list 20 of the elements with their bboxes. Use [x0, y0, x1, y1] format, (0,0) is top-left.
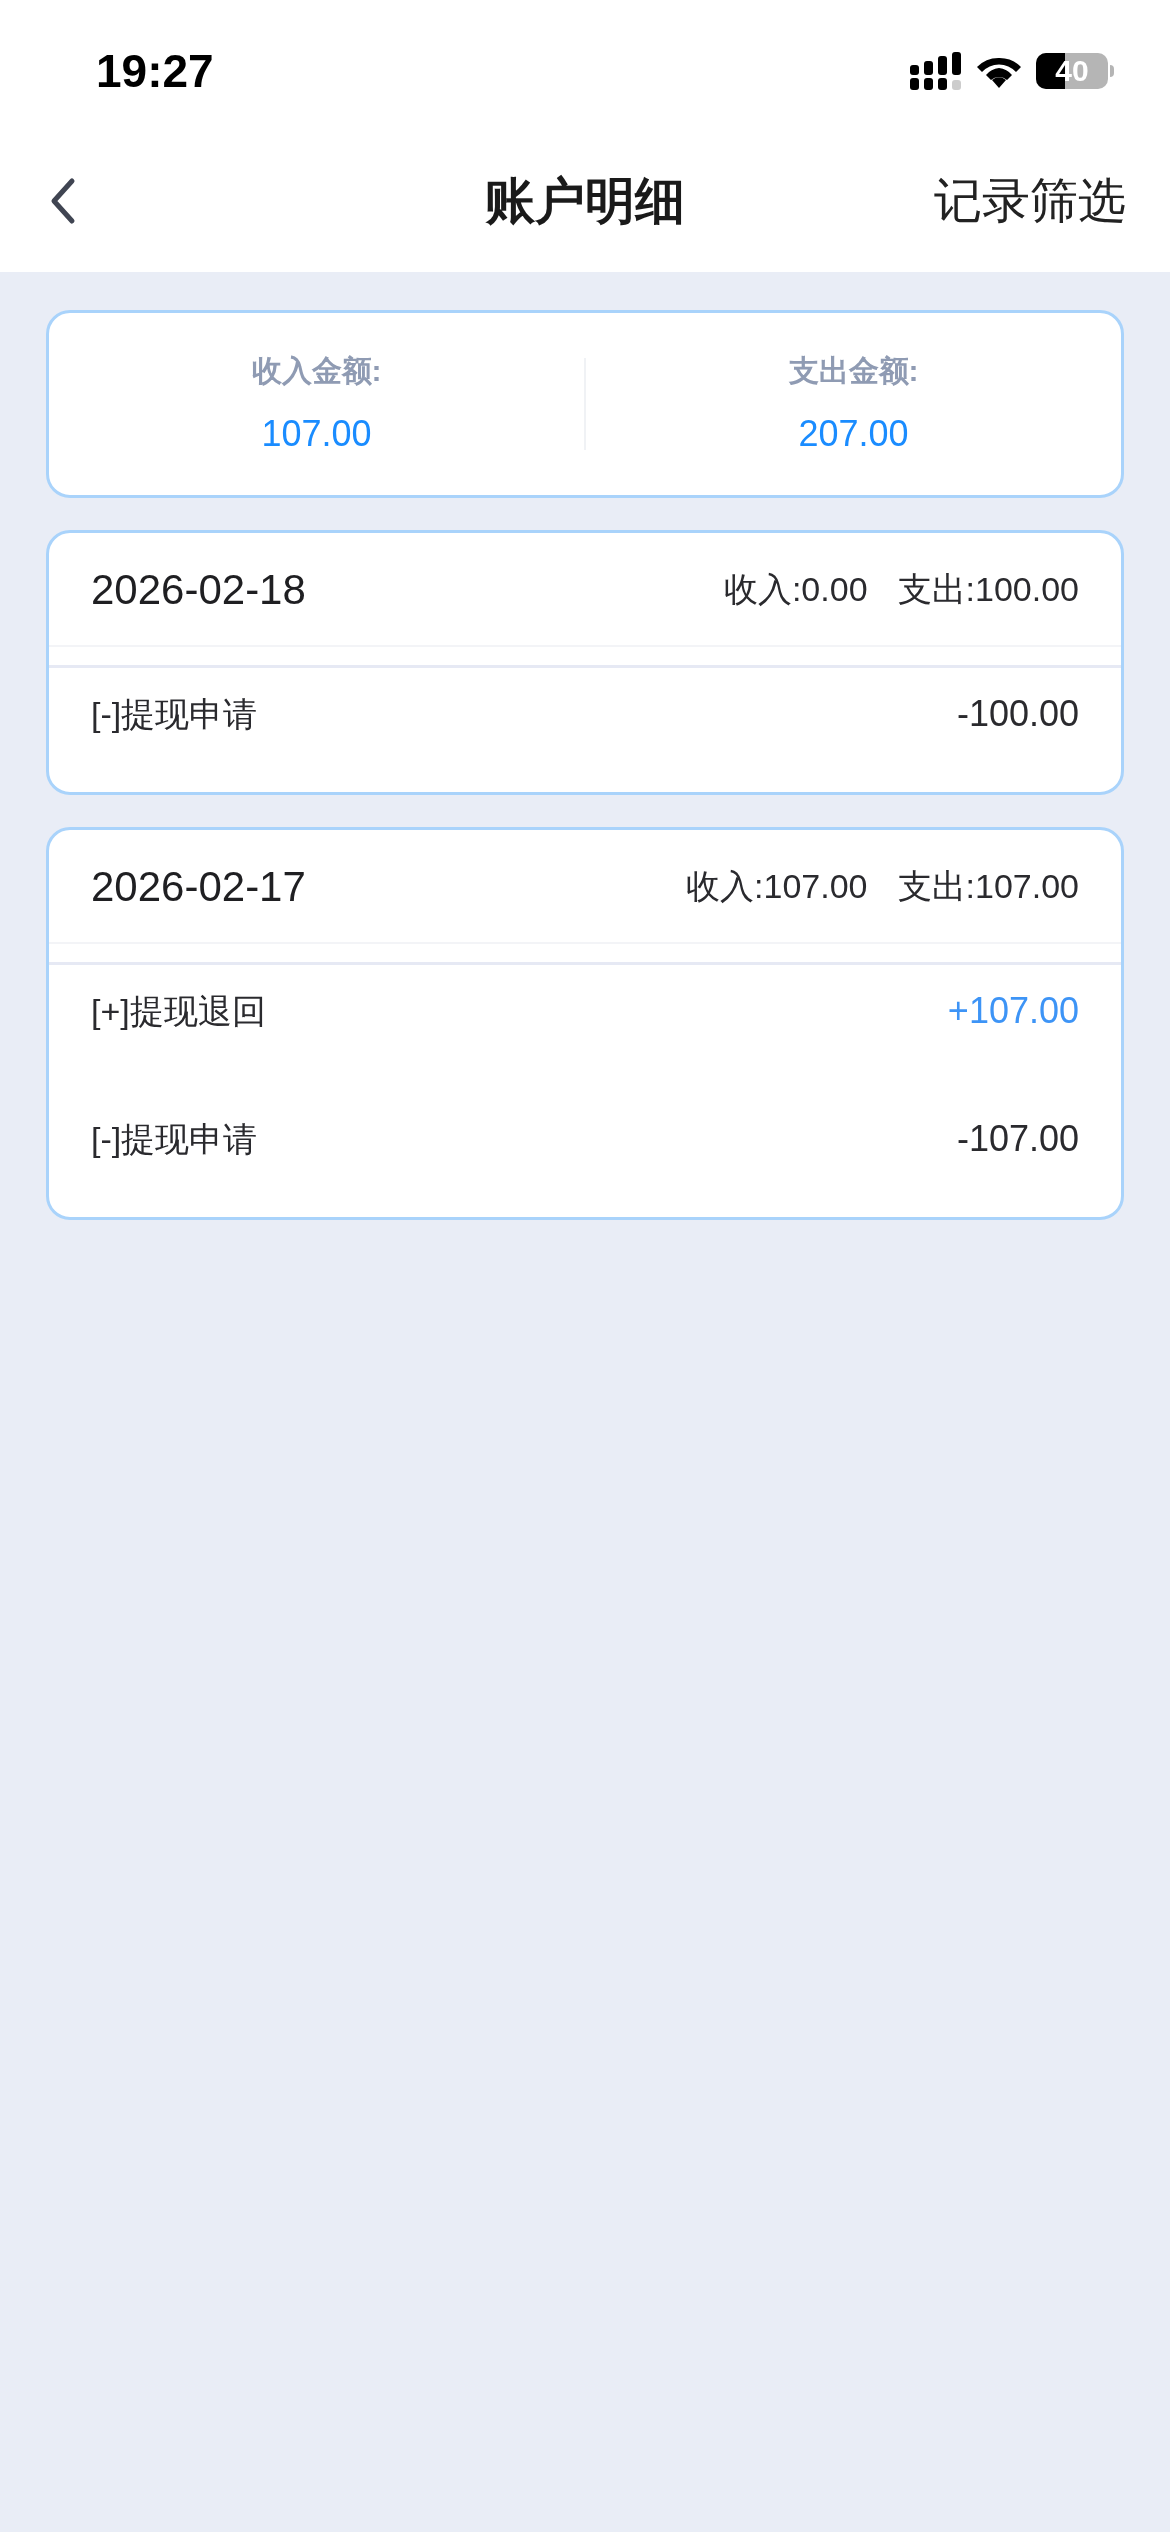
day-income: 收入:107.00	[686, 865, 868, 907]
record-name: [-]提现申请	[91, 693, 258, 735]
filter-button[interactable]: 记录筛选	[934, 165, 1126, 237]
day-date: 2026-02-18	[91, 564, 306, 615]
page-title: 账户明细	[485, 171, 685, 231]
record-name: [-]提现申请	[91, 1118, 258, 1160]
day-expense: 支出:107.00	[897, 865, 1079, 907]
record-amount: -107.00	[956, 1117, 1079, 1161]
summary-value: 207.00	[798, 411, 909, 456]
signal-icon	[910, 52, 962, 90]
record-amount: +107.00	[947, 989, 1079, 1033]
summary-value: 107.00	[261, 411, 372, 456]
day-income: 收入:0.00	[723, 568, 868, 610]
record-amount: -100.00	[956, 692, 1079, 736]
record-name: [+]提现退回	[91, 990, 266, 1032]
status-time: 19:27	[96, 43, 214, 99]
summary-label: 支出金额:	[788, 352, 919, 389]
summary-label: 收入金额:	[251, 352, 382, 389]
day-date: 2026-02-17	[91, 861, 306, 912]
day-expense: 支出:100.00	[897, 568, 1079, 610]
